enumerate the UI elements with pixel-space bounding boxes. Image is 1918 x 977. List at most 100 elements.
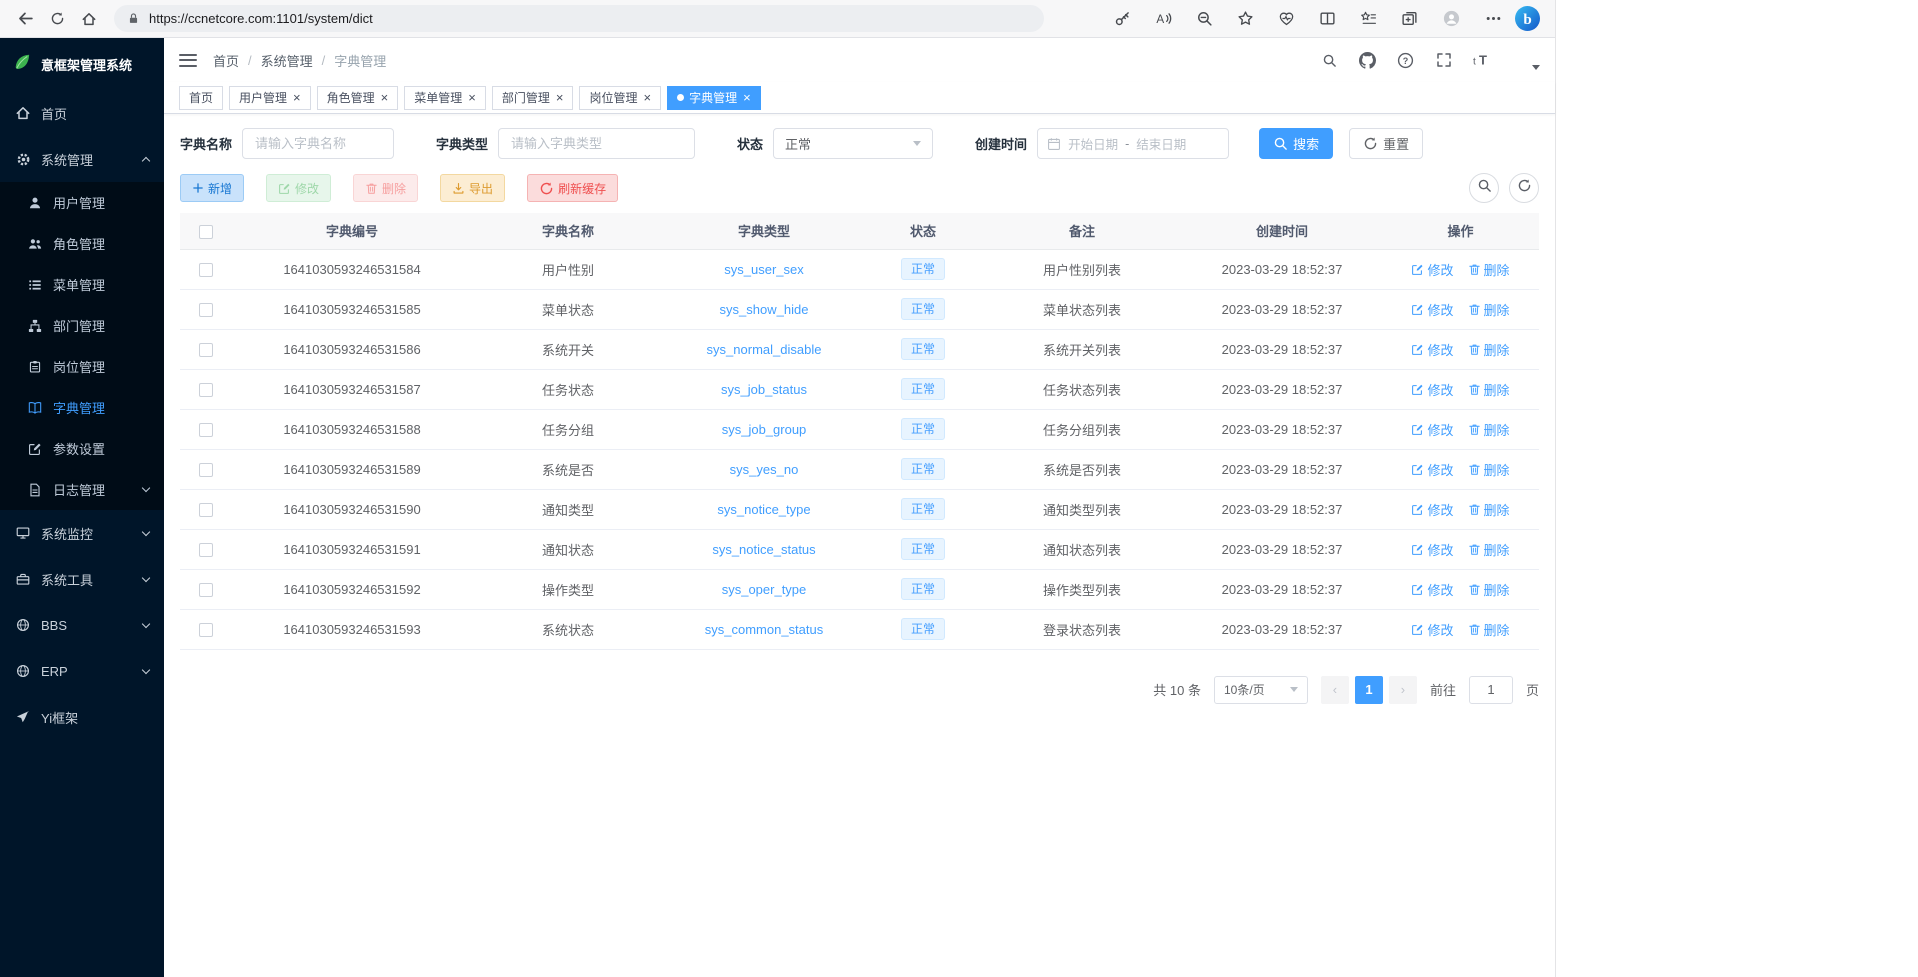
tab-menu-mgmt[interactable]: 菜单管理× [404, 86, 486, 110]
export-button[interactable]: 导出 [440, 174, 505, 202]
toggle-search-button[interactable] [1469, 173, 1499, 203]
tab-close-icon[interactable]: × [293, 90, 301, 105]
tab-close-icon[interactable]: × [643, 90, 651, 105]
status-select[interactable]: 正常 [773, 128, 933, 159]
sidebar-item-home[interactable]: 首页 [0, 90, 164, 136]
tab-close-icon[interactable]: × [468, 90, 476, 105]
row-edit-button[interactable]: 修改 [1411, 580, 1453, 599]
sidebar-item-system-mgmt[interactable]: 系统管理 [0, 136, 164, 182]
row-edit-button[interactable]: 修改 [1411, 620, 1453, 639]
split-screen-icon[interactable] [1319, 10, 1336, 27]
sidebar-item-bbs[interactable]: BBS [0, 602, 164, 648]
sidebar-item-erp[interactable]: ERP [0, 648, 164, 694]
dict-type-link[interactable]: sys_user_sex [724, 262, 803, 277]
row-checkbox[interactable] [199, 383, 213, 397]
help-icon[interactable]: ? [1395, 50, 1416, 71]
row-delete-button[interactable]: 删除 [1468, 260, 1510, 279]
tab-dept-mgmt[interactable]: 部门管理× [492, 86, 574, 110]
dict-type-link[interactable]: sys_common_status [705, 622, 824, 637]
dict-type-link[interactable]: sys_job_status [721, 382, 807, 397]
reset-button[interactable]: 重置 [1349, 128, 1423, 159]
row-checkbox[interactable] [199, 503, 213, 517]
hamburger-menu-icon[interactable] [179, 54, 197, 67]
zoom-icon[interactable] [1196, 10, 1213, 27]
row-edit-button[interactable]: 修改 [1411, 420, 1453, 439]
settings-menu-icon[interactable] [1485, 10, 1502, 27]
search-icon[interactable] [1319, 50, 1340, 71]
dict-type-link[interactable]: sys_normal_disable [707, 342, 822, 357]
dict-type-link[interactable]: sys_oper_type [722, 582, 807, 597]
row-delete-button[interactable]: 删除 [1468, 420, 1510, 439]
sidebar-item-log-mgmt[interactable]: 日志管理 [0, 469, 164, 510]
row-edit-button[interactable]: 修改 [1411, 260, 1453, 279]
sidebar-item-menu-mgmt[interactable]: 菜单管理 [0, 264, 164, 305]
refresh-table-button[interactable] [1509, 173, 1539, 203]
sidebar-item-yi-framework[interactable]: Yi框架 [0, 694, 164, 740]
browser-essentials-icon[interactable] [1278, 10, 1295, 27]
sidebar-item-dept-mgmt[interactable]: 部门管理 [0, 305, 164, 346]
row-delete-button[interactable]: 删除 [1468, 500, 1510, 519]
profile-icon[interactable] [1442, 9, 1461, 28]
address-bar[interactable]: https://ccnetcore.com:1101/system/dict [114, 5, 1044, 32]
breadcrumb-system[interactable]: 系统管理 [261, 51, 313, 70]
github-icon[interactable] [1357, 50, 1378, 71]
sidebar-item-system-monitor[interactable]: 系统监控 [0, 510, 164, 556]
refresh-cache-button[interactable]: 刷新缓存 [527, 174, 618, 202]
next-page-button[interactable]: › [1389, 676, 1417, 704]
tab-role-mgmt[interactable]: 角色管理× [317, 86, 399, 110]
tab-user-mgmt[interactable]: 用户管理× [229, 86, 311, 110]
row-edit-button[interactable]: 修改 [1411, 460, 1453, 479]
dict-type-link[interactable]: sys_show_hide [720, 302, 809, 317]
sidebar-item-param-settings[interactable]: 参数设置 [0, 428, 164, 469]
collections-icon[interactable] [1401, 10, 1418, 27]
read-aloud-icon[interactable]: A [1155, 10, 1172, 27]
tab-close-icon[interactable]: × [556, 90, 564, 105]
row-delete-button[interactable]: 删除 [1468, 540, 1510, 559]
edit-button[interactable]: 修改 [266, 174, 331, 202]
tab-close-icon[interactable]: × [743, 90, 751, 105]
sidebar-item-user-mgmt[interactable]: 用户管理 [0, 182, 164, 223]
row-checkbox[interactable] [199, 463, 213, 477]
page-1-button[interactable]: 1 [1355, 676, 1383, 704]
row-checkbox[interactable] [199, 423, 213, 437]
row-delete-button[interactable]: 删除 [1468, 620, 1510, 639]
user-avatar[interactable] [1508, 44, 1540, 76]
row-edit-button[interactable]: 修改 [1411, 300, 1453, 319]
add-button[interactable]: 新增 [180, 174, 244, 202]
sidebar-item-post-mgmt[interactable]: 岗位管理 [0, 346, 164, 387]
row-delete-button[interactable]: 删除 [1468, 580, 1510, 599]
tab-close-icon[interactable]: × [381, 90, 389, 105]
sidebar-item-dict-mgmt[interactable]: 字典管理 [0, 387, 164, 428]
back-icon[interactable] [14, 8, 36, 30]
goto-page-input[interactable] [1469, 676, 1513, 704]
tab-post-mgmt[interactable]: 岗位管理× [579, 86, 661, 110]
refresh-icon[interactable] [46, 8, 68, 30]
bing-chat-icon[interactable]: b [1514, 5, 1541, 32]
page-size-select[interactable]: 10条/页 [1214, 676, 1308, 704]
row-checkbox[interactable] [199, 263, 213, 277]
tab-home[interactable]: 首页 [179, 86, 223, 110]
dict-type-link[interactable]: sys_notice_type [717, 502, 810, 517]
row-edit-button[interactable]: 修改 [1411, 500, 1453, 519]
password-key-icon[interactable] [1114, 10, 1131, 27]
dict-type-link[interactable]: sys_job_group [722, 422, 807, 437]
row-edit-button[interactable]: 修改 [1411, 340, 1453, 359]
avatar-caret-icon[interactable] [1532, 65, 1540, 70]
row-checkbox[interactable] [199, 583, 213, 597]
row-delete-button[interactable]: 删除 [1468, 340, 1510, 359]
row-delete-button[interactable]: 删除 [1468, 380, 1510, 399]
row-checkbox[interactable] [199, 623, 213, 637]
select-all-checkbox[interactable] [199, 225, 213, 239]
row-checkbox[interactable] [199, 343, 213, 357]
sidebar-item-system-tools[interactable]: 系统工具 [0, 556, 164, 602]
row-edit-button[interactable]: 修改 [1411, 540, 1453, 559]
search-button[interactable]: 搜索 [1259, 128, 1333, 159]
breadcrumb-home[interactable]: 首页 [213, 51, 239, 70]
dict-name-input[interactable] [242, 128, 394, 159]
tab-dict-mgmt[interactable]: 字典管理× [667, 86, 761, 110]
dict-type-input[interactable] [498, 128, 695, 159]
prev-page-button[interactable]: ‹ [1321, 676, 1349, 704]
favorite-add-icon[interactable] [1237, 10, 1254, 27]
row-edit-button[interactable]: 修改 [1411, 380, 1453, 399]
fullscreen-icon[interactable] [1433, 50, 1454, 71]
